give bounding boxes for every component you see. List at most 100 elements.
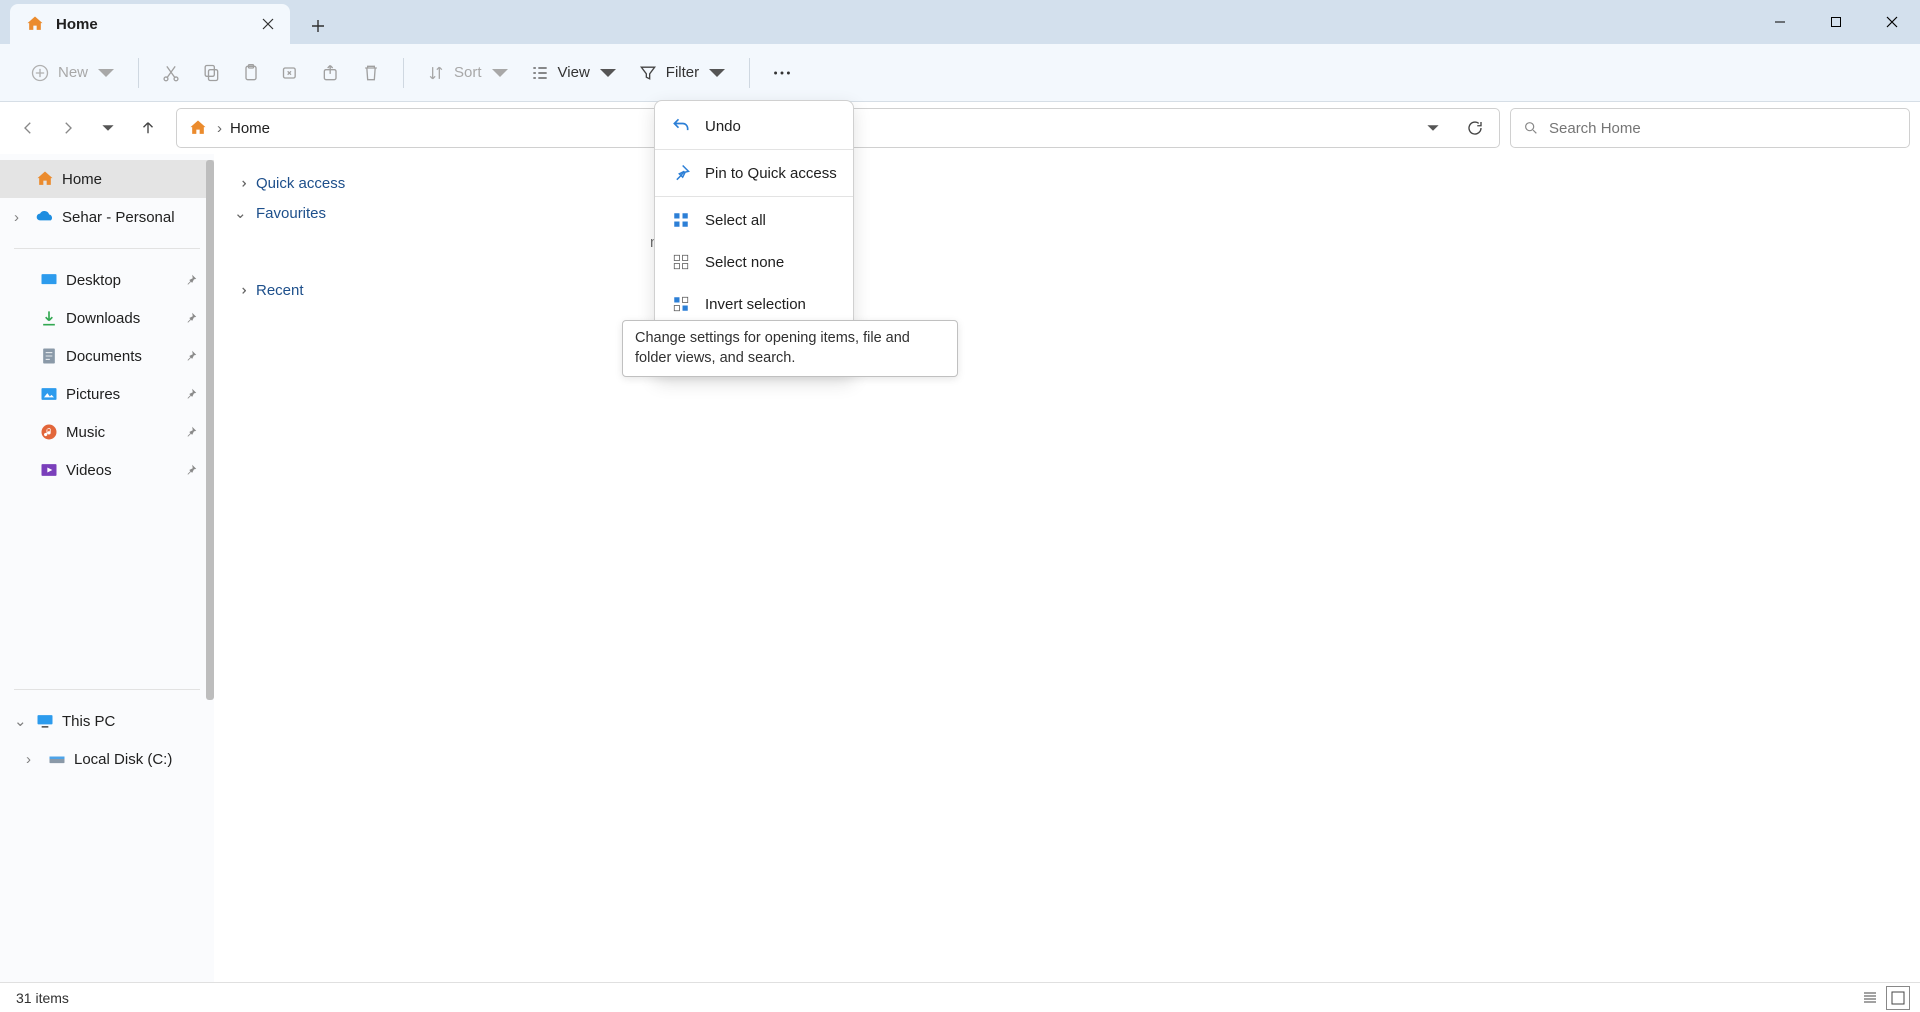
- section-recent[interactable]: ⌄ Recent: [230, 275, 1904, 305]
- share-icon[interactable]: [311, 53, 351, 93]
- menu-label: Invert selection: [705, 296, 806, 313]
- pin-icon: [671, 163, 691, 183]
- forward-button[interactable]: [50, 110, 86, 146]
- sidebar-local-disk[interactable]: › Local Disk (C:): [0, 740, 214, 778]
- sidebar-item-documents[interactable]: Documents: [0, 337, 214, 375]
- up-button[interactable]: [130, 110, 166, 146]
- sort-label: Sort: [454, 64, 482, 81]
- pin-icon[interactable]: [184, 387, 198, 401]
- chevron-icon: ⌄: [232, 176, 250, 190]
- sidebar-home[interactable]: Home: [0, 160, 214, 198]
- menu-label: Select all: [705, 212, 766, 229]
- titlebar: Home: [0, 0, 1920, 44]
- sidebar-item-downloads[interactable]: Downloads: [0, 299, 214, 337]
- menu-pin-quick-access[interactable]: Pin to Quick access: [655, 152, 853, 194]
- pin-icon[interactable]: [184, 349, 198, 363]
- document-icon: [38, 345, 60, 367]
- cut-icon[interactable]: [151, 53, 191, 93]
- delete-icon[interactable]: [351, 53, 391, 93]
- download-icon: [38, 307, 60, 329]
- home-icon: [34, 168, 56, 190]
- paste-icon[interactable]: [231, 53, 271, 93]
- recent-dropdown[interactable]: [90, 110, 126, 146]
- view-button[interactable]: View: [520, 57, 628, 89]
- tab-close-icon[interactable]: [258, 14, 278, 34]
- search-input[interactable]: [1549, 120, 1897, 137]
- sidebar-item-desktop[interactable]: Desktop: [0, 261, 214, 299]
- refresh-button[interactable]: [1457, 110, 1493, 146]
- section-label: Favourites: [256, 205, 326, 222]
- menu-select-none[interactable]: Select none: [655, 241, 853, 283]
- new-button[interactable]: New: [20, 57, 126, 89]
- invert-selection-icon: [671, 294, 691, 314]
- filter-button[interactable]: Filter: [628, 57, 737, 89]
- scrollbar-thumb[interactable]: [206, 160, 214, 700]
- menu-select-all[interactable]: Select all: [655, 199, 853, 241]
- pin-icon[interactable]: [184, 311, 198, 325]
- window-controls: [1752, 0, 1920, 44]
- sidebar-label: Sehar - Personal: [62, 209, 175, 226]
- home-icon: [24, 13, 46, 35]
- sidebar-label: Pictures: [66, 386, 120, 403]
- tab-title: Home: [56, 16, 98, 33]
- section-quick-access[interactable]: ⌄ Quick access: [230, 168, 1904, 198]
- pictures-icon: [38, 383, 60, 405]
- pin-icon[interactable]: [184, 273, 198, 287]
- copy-icon[interactable]: [191, 53, 231, 93]
- sidebar-this-pc[interactable]: ⌄ This PC: [0, 702, 214, 740]
- chevron-right-icon[interactable]: ›: [14, 209, 28, 226]
- rename-icon[interactable]: [271, 53, 311, 93]
- nav-row: › Home: [0, 102, 1920, 154]
- sidebar-label: Downloads: [66, 310, 140, 327]
- tooltip-options: Change settings for opening items, file …: [622, 320, 958, 377]
- drive-icon: [46, 748, 68, 770]
- details-view-icon[interactable]: [1858, 986, 1882, 1010]
- filter-label: Filter: [666, 64, 699, 81]
- sidebar-item-videos[interactable]: Videos: [0, 451, 214, 489]
- sidebar-item-music[interactable]: Music: [0, 413, 214, 451]
- menu-undo[interactable]: Undo: [655, 105, 853, 147]
- breadcrumb-current[interactable]: Home: [230, 120, 270, 137]
- content-pane: ⌄ Quick access ⌄ Favourites me files, we…: [214, 154, 1920, 982]
- new-tab-button[interactable]: [300, 8, 336, 44]
- tab-home[interactable]: Home: [10, 4, 290, 44]
- menu-label: Select none: [705, 254, 784, 271]
- minimize-button[interactable]: [1752, 0, 1808, 44]
- menu-label: Pin to Quick access: [705, 165, 837, 182]
- section-label: Quick access: [256, 175, 345, 192]
- section-favourites[interactable]: ⌄ Favourites: [230, 198, 1904, 228]
- select-none-icon: [671, 252, 691, 272]
- pin-icon[interactable]: [184, 463, 198, 477]
- separator: [138, 58, 139, 88]
- home-icon: [187, 117, 209, 139]
- sidebar-label: Home: [62, 171, 102, 188]
- new-label: New: [58, 64, 88, 81]
- menu-invert-selection[interactable]: Invert selection: [655, 283, 853, 325]
- status-bar: 31 items: [0, 982, 1920, 1012]
- sidebar: Home › Sehar - Personal Desktop Download…: [0, 154, 214, 982]
- thumbnails-view-icon[interactable]: [1886, 986, 1910, 1010]
- pc-icon: [34, 710, 56, 732]
- back-button[interactable]: [10, 110, 46, 146]
- desktop-icon: [38, 269, 60, 291]
- sidebar-item-pictures[interactable]: Pictures: [0, 375, 214, 413]
- videos-icon: [38, 459, 60, 481]
- maximize-button[interactable]: [1808, 0, 1864, 44]
- sidebar-onedrive[interactable]: › Sehar - Personal: [0, 198, 214, 236]
- select-all-icon: [671, 210, 691, 230]
- close-window-button[interactable]: [1864, 0, 1920, 44]
- pin-icon[interactable]: [184, 425, 198, 439]
- sidebar-label: Local Disk (C:): [74, 751, 172, 768]
- music-icon: [38, 421, 60, 443]
- search-icon: [1523, 120, 1539, 136]
- nav-buttons: [10, 110, 166, 146]
- sort-button[interactable]: Sort: [416, 57, 520, 89]
- separator: [14, 248, 200, 249]
- search-box[interactable]: [1510, 108, 1910, 148]
- address-dropdown[interactable]: [1415, 110, 1451, 146]
- chevron-down-icon[interactable]: ⌄: [14, 712, 28, 730]
- separator: [749, 58, 750, 88]
- chevron-right-icon[interactable]: ›: [26, 751, 40, 768]
- separator: [655, 149, 853, 150]
- more-options-icon[interactable]: [762, 53, 802, 93]
